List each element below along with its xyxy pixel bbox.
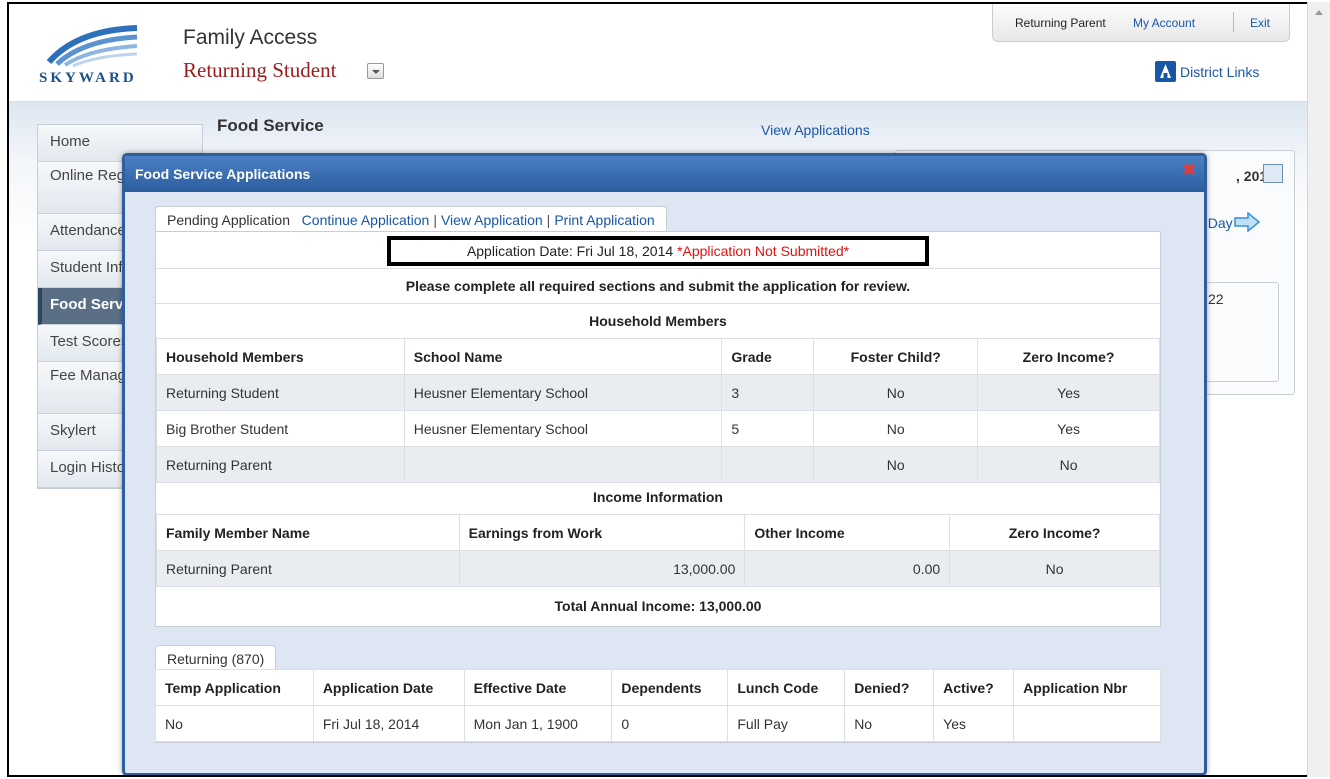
column-header: Application Date <box>312 669 465 706</box>
background-value: 22 <box>1208 291 1224 307</box>
divider <box>156 303 1160 304</box>
divider <box>156 268 1160 269</box>
app-title: Family Access <box>183 26 318 49</box>
application-date: Application Date: Fri Jul 18, 2014 <box>466 243 674 259</box>
separator: | <box>433 212 437 228</box>
column-header: Family Member Name <box>156 514 460 551</box>
cell: Yes <box>977 374 1160 411</box>
household-members-heading: Household Members <box>589 313 727 329</box>
table-row: Returning Parent No No <box>156 446 1160 483</box>
student-selector-dropdown[interactable] <box>367 63 384 79</box>
view-applications-link[interactable]: View Applications <box>761 122 870 138</box>
table-row[interactable]: No Fri Jul 18, 2014 Mon Jan 1, 1900 0 Fu… <box>155 705 1161 742</box>
table-row: Big Brother Student Heusner Elementary S… <box>156 410 1160 447</box>
dialog-titlebar: Food Service Applications ✖ <box>125 156 1204 192</box>
column-header: Earnings from Work <box>458 514 746 551</box>
cell: 5 <box>721 410 815 447</box>
returning-panel: Temp Application Application Date Effect… <box>155 669 1161 743</box>
page-title: Food Service <box>217 116 324 135</box>
header: SKYWARD Family Access Returning Student … <box>9 4 1307 102</box>
cell: Yes <box>977 410 1160 447</box>
application-date-box: Application Date: Fri Jul 18, 2014 *Appl… <box>387 236 929 266</box>
student-selector-name[interactable]: Returning Student <box>183 58 336 83</box>
cell: Heusner Elementary School <box>403 410 723 447</box>
view-application-link[interactable]: View Application <box>441 212 543 228</box>
skyward-logo: SKYWARD <box>39 25 138 86</box>
food-service-applications-dialog: Food Service Applications ✖ Pending Appl… <box>122 153 1207 775</box>
total-annual-income: Total Annual Income: 13,000.00 <box>554 598 762 614</box>
calendar-icon[interactable] <box>1263 164 1283 183</box>
returning-applications-table: Temp Application Application Date Effect… <box>155 669 1161 742</box>
cell: No <box>813 446 979 483</box>
column-header: Household Members <box>156 338 405 375</box>
cell: Full Pay <box>727 705 846 742</box>
income-table: Family Member Name Earnings from Work Ot… <box>156 514 1160 587</box>
cell: Returning Student <box>156 374 405 411</box>
district-links[interactable]: District Links <box>1180 64 1259 80</box>
application-tabs: Pending Application Continue Application… <box>155 206 667 232</box>
pending-application-panel: Application Date: Fri Jul 18, 2014 *Appl… <box>155 231 1161 627</box>
household-members-table: Household Members School Name Grade Fost… <box>156 338 1160 483</box>
cell: Heusner Elementary School <box>403 374 723 411</box>
column-header: Other Income <box>744 514 951 551</box>
column-header: Temp Application <box>155 669 314 706</box>
close-icon[interactable]: ✖ <box>1182 163 1196 179</box>
cell: No <box>813 410 979 447</box>
cell: No <box>155 705 314 742</box>
cell: Yes <box>933 705 1015 742</box>
cell <box>1013 705 1161 742</box>
column-header: Denied? <box>844 669 935 706</box>
cell: Returning Parent <box>156 550 460 587</box>
continue-application-link[interactable]: Continue Application <box>302 212 430 228</box>
arrow-right-icon[interactable] <box>1234 212 1260 232</box>
column-header: Grade <box>721 338 815 375</box>
print-application-link[interactable]: Print Application <box>554 212 654 228</box>
separator: | <box>546 212 551 228</box>
table-header-row: Temp Application Application Date Effect… <box>155 669 1161 706</box>
cell: No <box>977 446 1160 483</box>
my-account-link[interactable]: My Account <box>1133 16 1195 30</box>
cell: 0.00 <box>744 550 951 587</box>
browser-frame: SKYWARD Family Access Returning Student … <box>7 2 1307 777</box>
cell: Returning Parent <box>156 446 405 483</box>
table-header-row: Household Members School Name Grade Fost… <box>156 338 1160 375</box>
account-bar: Returning Parent My Account Exit <box>992 4 1290 42</box>
cell <box>403 446 723 483</box>
exit-link[interactable]: Exit <box>1250 16 1270 30</box>
column-header: Dependents <box>611 669 729 706</box>
cell: Mon Jan 1, 1900 <box>463 705 613 742</box>
dialog-title: Food Service Applications <box>135 166 311 182</box>
column-header: School Name <box>403 338 723 375</box>
tab-pending-application: Pending Application <box>167 212 290 228</box>
cell: No <box>949 550 1160 587</box>
cell: No <box>813 374 979 411</box>
cell: 13,000.00 <box>458 550 746 587</box>
vertical-scrollbar[interactable] <box>1307 2 1330 777</box>
cell: Fri Jul 18, 2014 <box>312 705 465 742</box>
tab-returning[interactable]: Returning (870) <box>155 645 277 670</box>
instructions: Please complete all required sections an… <box>405 278 911 294</box>
cell: 0 <box>611 705 729 742</box>
cell: 3 <box>721 374 815 411</box>
divider <box>1233 12 1234 32</box>
user-name: Returning Parent <box>1015 16 1106 30</box>
table-header-row: Family Member Name Earnings from Work Ot… <box>156 514 1160 551</box>
column-header: Zero Income? <box>977 338 1160 375</box>
column-header: Lunch Code <box>727 669 846 706</box>
cell: Big Brother Student <box>156 410 405 447</box>
scroll-up-icon[interactable] <box>1315 10 1323 15</box>
table-row: Returning Parent 13,000.00 0.00 No <box>156 550 1160 587</box>
skyward-logo-text: SKYWARD <box>39 70 137 86</box>
column-header: Foster Child? <box>813 338 979 375</box>
column-header: Active? <box>933 669 1015 706</box>
column-header: Application Nbr <box>1013 669 1161 706</box>
column-header: Zero Income? <box>949 514 1160 551</box>
table-row: Returning Student Heusner Elementary Sch… <box>156 374 1160 411</box>
cell: No <box>844 705 935 742</box>
column-header: Effective Date <box>463 669 613 706</box>
cell <box>721 446 815 483</box>
income-information-heading: Income Information <box>593 489 723 505</box>
not-submitted-status: *Application Not Submitted* <box>677 243 850 259</box>
district-links-icon[interactable] <box>1155 61 1176 82</box>
